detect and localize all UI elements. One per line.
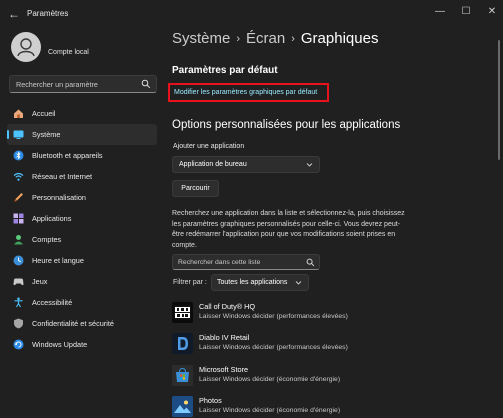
settings-search-box[interactable]: Rechercher un paramètre bbox=[9, 75, 157, 93]
windows-update-icon bbox=[13, 339, 24, 350]
maximize-icon[interactable]: ☐ bbox=[458, 5, 474, 19]
app-gpu-preference: Laisser Windows décider (économie d'éner… bbox=[199, 376, 341, 383]
breadcrumb: Système › Écran › Graphiques bbox=[172, 30, 378, 47]
sidebar-item-label: Réseau et Internet bbox=[32, 172, 93, 181]
breadcrumb-ecran[interactable]: Écran bbox=[246, 30, 285, 47]
browse-button-label: Parcourir bbox=[181, 185, 210, 192]
app-list-search-box[interactable]: Rechercher dans cette liste bbox=[172, 254, 320, 270]
call-of-duty-icon bbox=[172, 302, 193, 323]
account-name: Compte local bbox=[48, 49, 89, 56]
time-language-icon bbox=[13, 255, 24, 266]
gaming-icon bbox=[13, 278, 24, 286]
sidebar-item-label: Comptes bbox=[32, 235, 62, 244]
defaults-heading: Paramètres par défaut bbox=[172, 65, 278, 76]
sidebar-item-label: Système bbox=[32, 130, 61, 139]
app-title: Paramètres bbox=[27, 9, 69, 18]
app-name: Microsoft Store bbox=[199, 365, 249, 374]
app-name: Photos bbox=[199, 396, 222, 405]
sidebar-item-accessibilite[interactable]: Accessibilité bbox=[7, 292, 157, 313]
system-icon bbox=[13, 130, 24, 139]
app-type-dropdown[interactable]: Application de bureau bbox=[172, 156, 320, 173]
chevron-down-icon bbox=[295, 281, 302, 285]
back-arrow-icon[interactable]: ← bbox=[6, 6, 22, 22]
custom-options-heading: Options personnalisées pour les applicat… bbox=[172, 119, 401, 131]
breadcrumb-systeme[interactable]: Système bbox=[172, 30, 230, 47]
instructions-text: Recherchez une application dans la liste… bbox=[172, 210, 405, 249]
photos-icon bbox=[172, 396, 193, 417]
chevron-right-icon: › bbox=[291, 33, 295, 45]
filter-dropdown[interactable]: Toutes les applications bbox=[211, 274, 309, 291]
microsoft-store-icon bbox=[172, 365, 193, 386]
app-list-item[interactable]: Diablo IV Retail Laisser Windows décider… bbox=[172, 331, 412, 357]
app-name: Diablo IV Retail bbox=[199, 333, 250, 342]
sidebar-item-comptes[interactable]: Comptes bbox=[7, 229, 157, 250]
avatar[interactable] bbox=[11, 32, 41, 62]
accounts-icon bbox=[14, 235, 23, 245]
app-list-item[interactable]: Photos Laisser Windows décider (économie… bbox=[172, 394, 412, 418]
sidebar-item-heure-langue[interactable]: Heure et langue bbox=[7, 250, 157, 271]
close-icon[interactable]: ✕ bbox=[484, 5, 500, 19]
scrollbar[interactable] bbox=[498, 40, 500, 160]
sidebar-item-label: Applications bbox=[32, 214, 72, 223]
search-input[interactable]: Rechercher un paramètre bbox=[16, 80, 98, 89]
sidebar-item-windows-update[interactable]: Windows Update bbox=[7, 334, 157, 355]
title-bar: ← Paramètres — ☐ ✕ bbox=[0, 0, 503, 28]
app-list-item[interactable]: Microsoft Store Laisser Windows décider … bbox=[172, 363, 412, 389]
page-title: Graphiques bbox=[300, 30, 379, 47]
accessibility-icon bbox=[14, 297, 23, 308]
chevron-down-icon bbox=[306, 163, 313, 167]
sidebar-item-label: Accessibilité bbox=[32, 298, 73, 307]
sidebar-item-applications[interactable]: Applications bbox=[7, 208, 157, 229]
add-app-label: Ajouter une application bbox=[173, 143, 245, 150]
app-list-search-input[interactable]: Rechercher dans cette liste bbox=[178, 259, 260, 266]
network-icon bbox=[13, 172, 24, 181]
sidebar-item-label: Jeux bbox=[32, 277, 48, 286]
sidebar-item-label: Accueil bbox=[32, 109, 56, 118]
app-gpu-preference: Laisser Windows décider (performances él… bbox=[199, 344, 348, 351]
sidebar-item-systeme[interactable]: Système bbox=[7, 124, 157, 145]
app-gpu-preference: Laisser Windows décider (économie d'éner… bbox=[199, 407, 341, 414]
default-graphics-settings-link[interactable]: Modifier les paramètres graphiques par d… bbox=[174, 89, 317, 96]
sidebar-item-jeux[interactable]: Jeux bbox=[7, 271, 157, 292]
app-gpu-preference: Laisser Windows décider (performances él… bbox=[199, 313, 348, 320]
sidebar-item-confidentialite[interactable]: Confidentialité et sécurité bbox=[7, 313, 157, 334]
user-icon bbox=[17, 38, 35, 57]
app-name: Call of Duty® HQ bbox=[199, 302, 256, 311]
browse-button[interactable]: Parcourir bbox=[172, 180, 219, 197]
sidebar-item-reseau[interactable]: Réseau et Internet bbox=[7, 166, 157, 187]
search-icon[interactable] bbox=[306, 258, 315, 267]
sidebar-nav: Accueil Système Bluetooth et appareils R… bbox=[7, 103, 157, 355]
app-type-selected: Application de bureau bbox=[179, 161, 247, 168]
minimize-icon[interactable]: — bbox=[432, 5, 448, 19]
home-icon bbox=[14, 109, 23, 118]
search-icon[interactable] bbox=[141, 79, 151, 89]
personalization-icon bbox=[14, 193, 23, 202]
apps-icon bbox=[13, 213, 24, 224]
filter-selected: Toutes les applications bbox=[217, 279, 288, 286]
sidebar-item-label: Heure et langue bbox=[32, 256, 84, 265]
sidebar-item-label: Windows Update bbox=[32, 340, 88, 349]
app-list-item[interactable]: Call of Duty® HQ Laisser Windows décider… bbox=[172, 300, 412, 326]
filter-label: Filtrer par : bbox=[173, 279, 207, 286]
diablo-icon bbox=[172, 333, 193, 354]
privacy-shield-icon bbox=[14, 318, 23, 329]
sidebar-item-label: Bluetooth et appareils bbox=[32, 151, 103, 160]
sidebar-item-label: Personnalisation bbox=[32, 193, 86, 202]
sidebar-item-accueil[interactable]: Accueil bbox=[7, 103, 157, 124]
sidebar-item-label: Confidentialité et sécurité bbox=[32, 319, 114, 328]
highlight-box: Modifier les paramètres graphiques par d… bbox=[168, 83, 329, 102]
settings-window: ← Paramètres — ☐ ✕ Compte local Recherch… bbox=[0, 0, 503, 418]
chevron-right-icon: › bbox=[236, 33, 241, 45]
bluetooth-icon bbox=[13, 150, 24, 161]
sidebar-item-personnalisation[interactable]: Personnalisation bbox=[7, 187, 157, 208]
sidebar-item-bluetooth[interactable]: Bluetooth et appareils bbox=[7, 145, 157, 166]
